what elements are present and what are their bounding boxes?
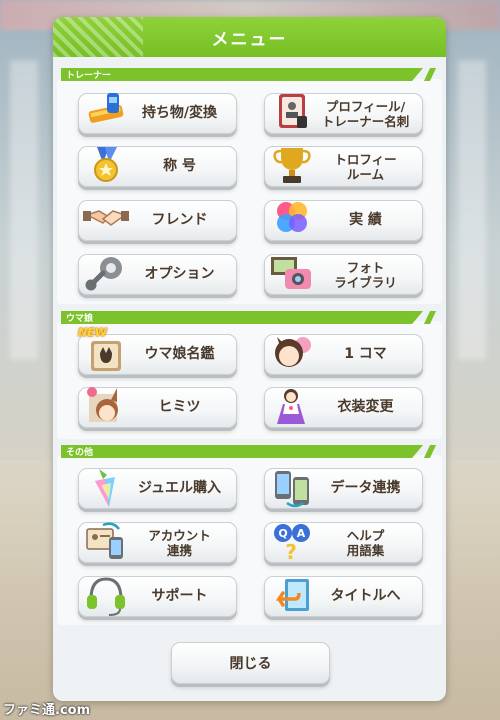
account-card-icon [86, 522, 123, 559]
button-label: オプション [144, 266, 215, 282]
headset-icon [87, 577, 125, 616]
section-header-other: その他 [61, 445, 437, 458]
button-label: ヘルプ 用語集 [346, 527, 385, 558]
button-label: データ連携 [330, 480, 401, 496]
button-label: サポート [151, 588, 208, 604]
section-header-umamusume: ウマ娘 [61, 311, 437, 324]
svg-text:?: ? [285, 540, 297, 563]
option-button[interactable]: オプション [78, 254, 237, 295]
button-label: 1 コマ [344, 346, 387, 362]
gear-wrench-icon [85, 257, 122, 291]
handshake-icon [83, 210, 129, 226]
items-exchange-button[interactable]: 持ち物/変換 [78, 93, 237, 134]
character-secret-icon [87, 387, 118, 422]
photo-library-button[interactable]: フォト ライブラリ [264, 254, 423, 295]
account-link-button[interactable]: アカウント 連携 [78, 522, 237, 563]
button-label: 称 号 [163, 158, 196, 174]
button-label: タイトルへ [330, 588, 401, 604]
one-koma-button[interactable]: 1 コマ [264, 334, 423, 375]
costume-icon [277, 389, 305, 424]
trophy-icon [273, 148, 311, 183]
jewel-purchase-button[interactable]: ジュエル購入 [78, 468, 237, 509]
button-label: 持ち物/変換 [141, 105, 218, 121]
to-title-button[interactable]: タイトルへ [264, 576, 423, 617]
svg-text:Q: Q [278, 527, 287, 540]
button-label: フォト ライブラリ [334, 259, 397, 290]
menu-dialog: メニュー トレーナー 持ち物/変換 プロフィール/トレーナー名刺 称 号 トロフ… [53, 17, 446, 701]
achievement-button[interactable]: 実 績 [264, 200, 423, 241]
help-qa-icon: Q A ? [274, 524, 310, 563]
costume-change-button[interactable]: 衣装変更 [264, 387, 423, 428]
character-portrait-icon [275, 337, 311, 367]
new-badge: NEW [78, 326, 107, 339]
return-arrow-icon [275, 579, 309, 611]
button-label: トロフィー ルーム [334, 151, 397, 182]
phone-transfer-icon [275, 471, 309, 508]
button-label: アカウント 連携 [148, 527, 211, 558]
profile-card-icon [279, 94, 307, 128]
profile-card-button[interactable]: プロフィール/トレーナー名刺 [264, 93, 423, 134]
medal-icon [94, 147, 118, 182]
section-label: トレーナー [66, 71, 112, 81]
friend-button[interactable]: フレンド [78, 200, 237, 241]
button-label: フレンド [151, 212, 208, 228]
support-button[interactable]: サポート [78, 576, 237, 617]
close-button[interactable]: 閉じる [171, 642, 330, 684]
section-header-trainer: トレーナー [61, 68, 437, 81]
watermark-logo: ファミ通.com [3, 703, 91, 718]
camera-film-icon [271, 257, 311, 289]
button-label: ウマ娘名鑑 [144, 346, 215, 362]
title-badge-button[interactable]: 称 号 [78, 146, 237, 187]
items-bag-icon [88, 93, 124, 123]
help-glossary-button[interactable]: Q A ? ヘルプ 用語集 [264, 522, 423, 563]
button-label: ヒミツ [158, 399, 201, 415]
uma-dex-button[interactable]: NEW ウマ娘名鑑 [78, 326, 237, 375]
himitsu-button[interactable]: ヒミツ [78, 387, 237, 428]
data-link-button[interactable]: データ連携 [264, 468, 423, 509]
section-label: ウマ娘 [66, 314, 94, 324]
achievement-icon [277, 202, 307, 232]
button-label: 衣装変更 [337, 399, 394, 415]
button-label: ジュエル購入 [137, 480, 222, 496]
button-label: プロフィール/トレーナー名刺 [321, 98, 410, 129]
dialog-title: メニュー [211, 29, 288, 50]
jewel-icon [95, 469, 115, 507]
svg-text:A: A [297, 527, 306, 540]
trophy-room-button[interactable]: トロフィー ルーム [264, 146, 423, 187]
dialog-header: メニュー [53, 17, 446, 57]
section-label: その他 [66, 448, 94, 458]
button-label: 実 績 [349, 212, 382, 228]
